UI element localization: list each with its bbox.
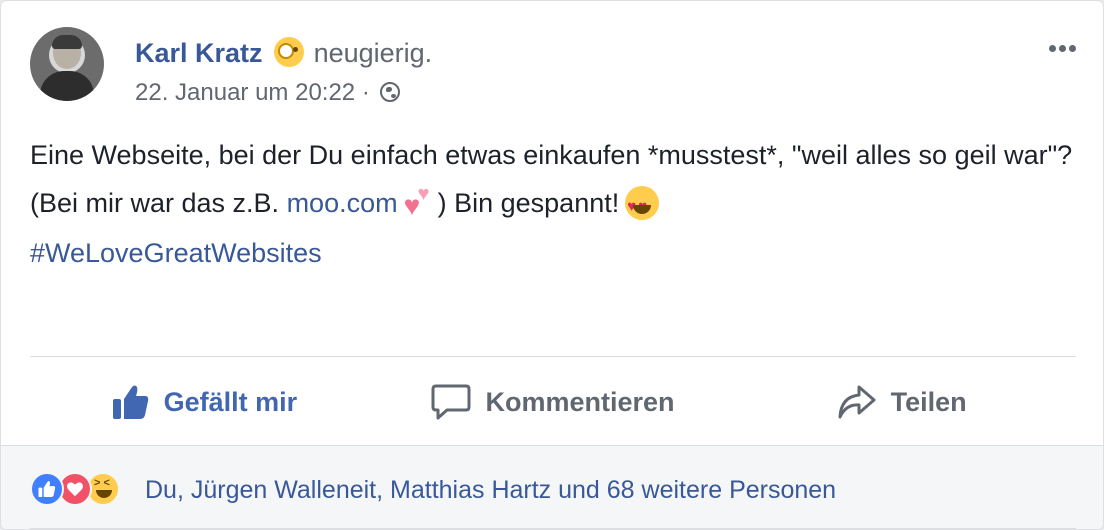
comment-button[interactable]: Kommentieren bbox=[379, 371, 728, 433]
post-body: Eine Webseite, bei der Du einfach etwas … bbox=[30, 137, 1080, 271]
author-line: Karl Kratz neugierig. bbox=[135, 37, 432, 69]
post-meta: 22. Januar um 20:22 · bbox=[135, 79, 401, 107]
author-name[interactable]: Karl Kratz bbox=[135, 38, 263, 68]
reactions-summary[interactable]: Du, Jürgen Walleneit, Matthias Hartz und… bbox=[145, 476, 836, 505]
post-timestamp[interactable]: 22. Januar um 20:22 · bbox=[135, 79, 370, 106]
thumbs-up-icon bbox=[112, 384, 150, 420]
post-header: Karl Kratz neugierig. 22. Januar um 20:2… bbox=[30, 27, 1083, 117]
post-text-prefix: (Bei mir war das z.B. bbox=[30, 188, 287, 218]
comment-bubble-icon bbox=[431, 383, 471, 421]
globe-icon[interactable] bbox=[380, 82, 401, 102]
share-arrow-icon bbox=[837, 384, 877, 420]
author-avatar[interactable] bbox=[30, 27, 104, 101]
share-button[interactable]: Teilen bbox=[727, 371, 1076, 433]
action-bar: Gefällt mir Kommentieren Teilen bbox=[30, 371, 1076, 433]
post-text-paragraph-1: Eine Webseite, bei der Du einfach etwas … bbox=[30, 140, 1073, 170]
post-card: Karl Kratz neugierig. 22. Januar um 20:2… bbox=[0, 0, 1104, 530]
like-label: Gefällt mir bbox=[163, 386, 298, 417]
like-button[interactable]: Gefällt mir bbox=[30, 371, 379, 433]
hashtag-link[interactable]: #WeLoveGreatWebsites bbox=[30, 235, 1080, 271]
post-text-suffix: ) Bin gespannt! bbox=[437, 188, 620, 218]
feeling-label: neugierig. bbox=[313, 38, 433, 68]
bottom-divider bbox=[30, 528, 1076, 529]
share-label: Teilen bbox=[890, 386, 967, 417]
more-options-icon[interactable] bbox=[1049, 39, 1083, 53]
revolving-hearts-emoji-icon bbox=[404, 184, 436, 220]
curious-monocle-emoji-icon bbox=[274, 37, 305, 67]
reaction-icons[interactable] bbox=[30, 472, 120, 506]
heart-eyes-emoji-icon bbox=[625, 186, 660, 225]
reactions-bar: Du, Jürgen Walleneit, Matthias Hartz und… bbox=[1, 445, 1103, 529]
post-text-paragraph-2: (Bei mir war das z.B. moo.com ) Bin gespa… bbox=[30, 184, 1080, 225]
actions-divider bbox=[30, 356, 1076, 357]
comment-label: Kommentieren bbox=[485, 386, 675, 417]
like-reaction-icon bbox=[30, 472, 64, 506]
moo-link[interactable]: moo.com bbox=[287, 188, 398, 218]
